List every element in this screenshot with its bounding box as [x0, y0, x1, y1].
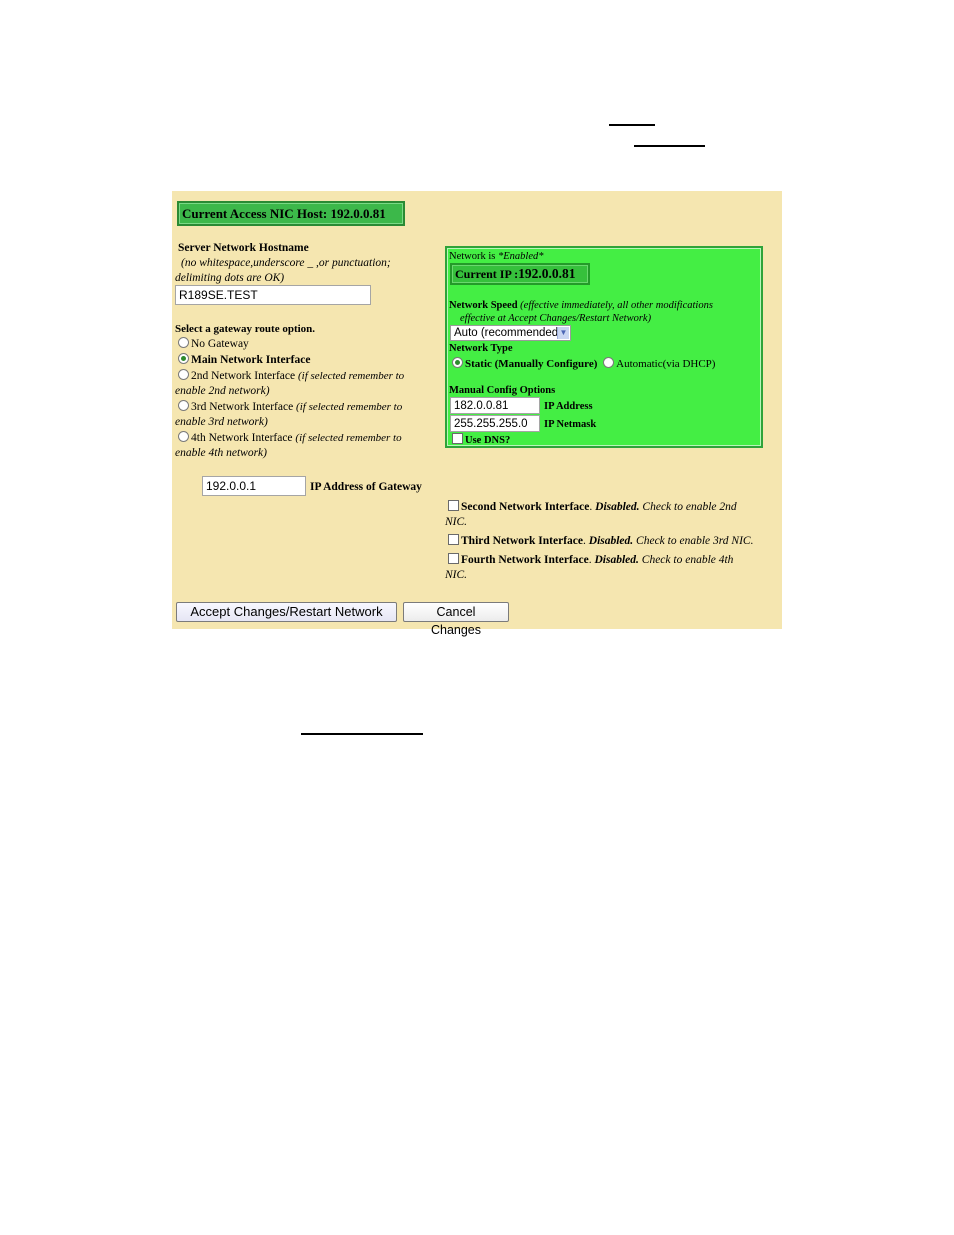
cancel-changes-button[interactable]: Cancel Changes: [403, 602, 509, 637]
host-banner-label: Current Access NIC Host:: [182, 206, 328, 221]
gateway-option-label: Main Network Interface: [191, 354, 311, 366]
network-speed-heading: Network Speed (effective immediately, al…: [449, 299, 713, 313]
fourth-nic-option[interactable]: Fourth Network Interface. Disabled. Chec…: [448, 553, 733, 567]
network-speed-label: Network Speed: [449, 300, 518, 311]
netmask-input[interactable]: [450, 415, 540, 432]
second-nic-option[interactable]: Second Network Interface. Disabled. Chec…: [448, 500, 737, 514]
second-nic-hint: Check to enable 2nd: [642, 501, 737, 513]
radio-main-network[interactable]: [178, 353, 189, 364]
fourth-nic-hint: Check to enable 4th: [641, 554, 734, 566]
third-nic-option[interactable]: Third Network Interface. Disabled. Check…: [448, 534, 753, 548]
document-underline-3: [301, 733, 423, 735]
document-underline-2: [634, 145, 705, 147]
network-type-dhcp-label: Automatic(via DHCP): [616, 358, 716, 370]
gateway-option-label: 4th Network Interface: [191, 432, 293, 444]
gateway-option-main[interactable]: Main Network Interface: [178, 353, 310, 367]
second-nic-name: Second Network Interface: [461, 501, 590, 513]
static-ip-input[interactable]: [450, 397, 540, 414]
use-dns-option[interactable]: Use DNS?: [452, 433, 510, 448]
fourth-nic-state: Disabled.: [594, 554, 639, 566]
network-type-static-label: Static (Manually Configure): [465, 358, 598, 370]
second-nic-state: Disabled.: [595, 501, 640, 513]
second-nic-checkbox[interactable]: [448, 500, 459, 511]
network-status-value: *Enabled*: [498, 251, 544, 262]
manual-config-label: Manual Config Options: [449, 385, 556, 396]
network-speed-note-2: effective at Accept Changes/Restart Netw…: [460, 313, 652, 324]
hostname-hint-2: delimiting dots are OK): [175, 272, 285, 284]
accept-changes-button[interactable]: Accept Changes/Restart Network: [176, 602, 397, 622]
second-nic-hint-cont: NIC.: [445, 516, 468, 528]
gateway-option-note: (if selected remember to: [295, 432, 402, 444]
radio-no-gateway[interactable]: [178, 337, 189, 348]
gateway-ip-input[interactable]: [202, 476, 306, 496]
main-nic-panel: Network is *Enabled* Current IP :192.0.0…: [445, 246, 763, 448]
network-type-dhcp[interactable]: Automatic(via DHCP): [603, 357, 716, 370]
gateway-option-2nd[interactable]: 2nd Network Interface (if selected remem…: [178, 369, 404, 383]
gateway-option-label: 2nd Network Interface: [191, 370, 296, 382]
network-speed-selected: Auto (recommended): [454, 327, 563, 339]
third-nic-name: Third Network Interface: [461, 535, 584, 547]
fourth-nic-hint-cont: NIC.: [445, 569, 468, 581]
gateway-option-3rd-note-cont: enable 3rd network): [175, 416, 268, 428]
gateway-option-4th-note-cont: enable 4th network): [175, 447, 267, 459]
current-ip-box: Current IP :192.0.0.81: [450, 263, 590, 285]
network-speed-select[interactable]: Auto (recommended) ▼: [450, 325, 571, 341]
third-nic-hint: Check to enable 3rd NIC.: [636, 535, 754, 547]
network-status-prefix: Network is: [449, 251, 496, 262]
hostname-input[interactable]: [175, 285, 371, 305]
radio-3rd-network[interactable]: [178, 400, 189, 411]
use-dns-checkbox[interactable]: [452, 433, 463, 444]
network-status: Network is *Enabled*: [449, 250, 544, 264]
gateway-option-3rd[interactable]: 3rd Network Interface (if selected remem…: [178, 400, 402, 414]
radio-2nd-network[interactable]: [178, 369, 189, 380]
gateway-option-label: 3rd Network Interface: [191, 401, 294, 413]
netmask-label: IP Netmask: [544, 419, 597, 430]
gateway-option-label: No Gateway: [191, 338, 249, 350]
network-type-label: Network Type: [449, 343, 513, 354]
fourth-nic-name: Fourth Network Interface: [461, 554, 589, 566]
current-access-host-banner: Current Access NIC Host: 192.0.0.81: [177, 201, 405, 226]
radio-4th-network[interactable]: [178, 431, 189, 442]
gateway-title: Select a gateway route option.: [175, 323, 316, 335]
gateway-option-none[interactable]: No Gateway: [178, 337, 249, 351]
fourth-nic-checkbox[interactable]: [448, 553, 459, 564]
static-ip-label: IP Address: [544, 401, 593, 412]
network-config-panel: Current Access NIC Host: 192.0.0.81 Serv…: [172, 191, 782, 637]
current-ip-label: Current IP :: [455, 267, 519, 281]
document-underline-1: [609, 124, 655, 126]
network-type-options: Static (Manually Configure) Automatic(vi…: [452, 357, 715, 371]
network-type-static[interactable]: Static (Manually Configure): [452, 357, 598, 370]
hostname-hint-1: (no whitespace,underscore _ ,or punctuat…: [181, 257, 391, 269]
third-nic-state: Disabled.: [588, 535, 634, 547]
third-nic-checkbox[interactable]: [448, 534, 459, 545]
gateway-ip-label: IP Address of Gateway: [310, 481, 422, 493]
host-banner-value: 192.0.0.81: [330, 206, 386, 221]
chevron-down-icon[interactable]: ▼: [557, 327, 569, 339]
current-ip-value: 192.0.0.81: [518, 266, 576, 281]
radio-dhcp[interactable]: [603, 357, 615, 368]
network-speed-note-1: (effective immediately, all other modifi…: [520, 300, 713, 311]
gateway-option-4th[interactable]: 4th Network Interface (if selected remem…: [178, 431, 402, 445]
gateway-option-note: (if selected remember to: [297, 370, 405, 382]
use-dns-label: Use DNS?: [465, 435, 511, 446]
hostname-title: Server Network Hostname: [178, 242, 309, 254]
gateway-option-note: (if selected remember to: [296, 401, 403, 413]
gateway-option-2nd-note-cont: enable 2nd network): [175, 385, 270, 397]
radio-static[interactable]: [452, 357, 463, 368]
